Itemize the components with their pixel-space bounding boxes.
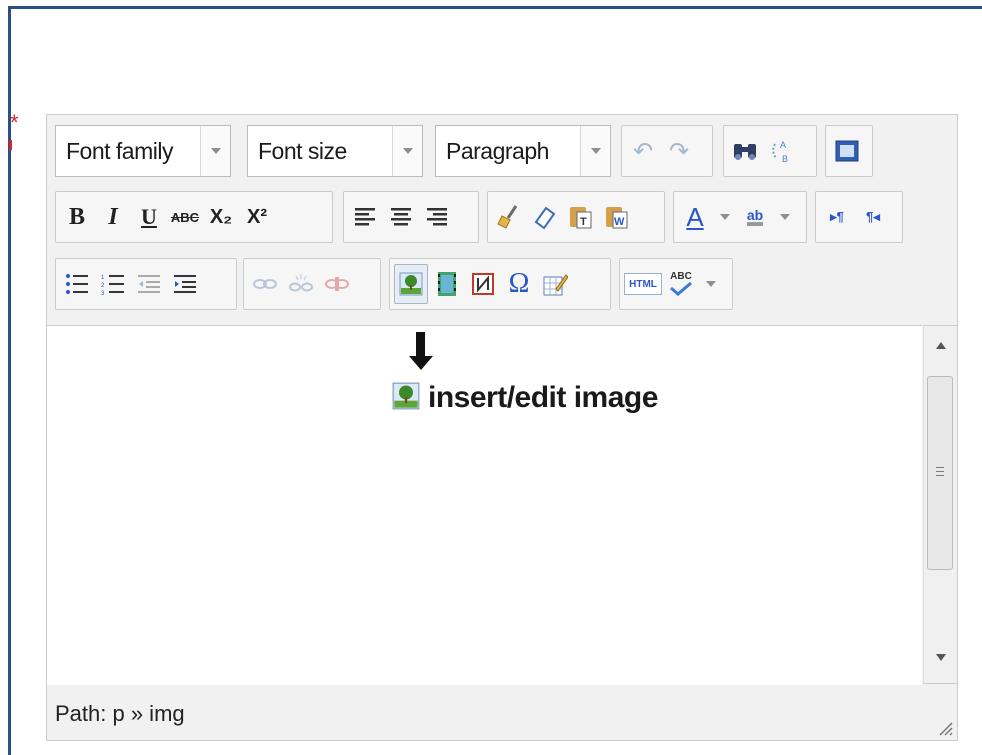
italic-button[interactable]: I (96, 197, 130, 237)
editor-status-bar: Path: p » img (47, 685, 957, 740)
font-size-select[interactable]: Font size (247, 125, 423, 177)
font-family-label: Font family (66, 137, 173, 164)
paste-text-icon[interactable]: T (564, 197, 598, 237)
text-style-group: B I U ABC X₂ X² (55, 191, 333, 243)
ltr-button[interactable]: ▸¶ (820, 197, 854, 237)
text-color-label: A (686, 202, 704, 232)
spellcheck-label: ABC (670, 271, 692, 282)
vertical-scrollbar[interactable] (923, 325, 957, 684)
scrollbar-thumb[interactable] (927, 376, 953, 570)
chevron-down-icon[interactable] (714, 197, 736, 237)
align-left-icon[interactable] (348, 197, 382, 237)
cleanup-broom-icon[interactable] (492, 197, 526, 237)
find-binoculars-icon[interactable] (728, 131, 762, 171)
format-label: Paragraph (446, 137, 549, 164)
outdent-icon[interactable] (132, 264, 166, 304)
html-source-button[interactable]: HTML (624, 273, 662, 295)
paste-word-icon[interactable]: W (600, 197, 634, 237)
required-asterisk: * (10, 110, 19, 135)
rtl-button[interactable]: ¶◂ (856, 197, 890, 237)
rich-text-editor: Font family Font size Paragraph ↶ ↷ AB B… (46, 114, 958, 741)
highlight-label: ab (746, 208, 764, 226)
svg-text:2: 2 (101, 283, 105, 289)
link-icon[interactable] (248, 264, 282, 304)
align-center-icon[interactable] (384, 197, 418, 237)
chevron-down-icon[interactable] (580, 126, 610, 176)
required-marker-line (9, 140, 12, 150)
highlight-color-button[interactable]: ab (738, 197, 772, 237)
svg-text:3: 3 (101, 291, 105, 295)
link-group (243, 258, 381, 310)
page-frame-top (10, 6, 982, 9)
search-replace-group: AB (723, 125, 817, 177)
direction-group: ▸¶ ¶◂ (815, 191, 903, 243)
undo-icon[interactable]: ↶ (626, 131, 660, 171)
clean-paste-group: T W (487, 191, 665, 243)
fullscreen-group (825, 125, 873, 177)
align-right-icon[interactable] (420, 197, 454, 237)
insert-group: Ω (389, 258, 611, 310)
insert-image-hint: insert/edit image (392, 381, 658, 415)
chevron-down-icon[interactable] (774, 197, 796, 237)
insert-image-hint-label: insert/edit image (428, 381, 658, 414)
spellcheck-button[interactable]: ABC (664, 264, 698, 304)
list-indent-group: 1 2 3 (55, 258, 237, 310)
numbered-list-icon[interactable]: 1 2 3 (96, 264, 130, 304)
replace-icon[interactable]: AB (764, 131, 798, 171)
svg-text:T: T (580, 216, 587, 228)
insert-image-icon[interactable] (394, 264, 428, 304)
svg-text:A: A (780, 140, 786, 150)
chevron-down-icon[interactable] (200, 126, 230, 176)
scroll-down-arrow-icon[interactable] (936, 654, 946, 661)
font-size-label: Font size (258, 137, 347, 164)
underline-button[interactable]: U (132, 197, 166, 237)
svg-text:B: B (782, 154, 788, 164)
down-arrow-head-icon (409, 356, 433, 370)
bold-button[interactable]: B (60, 197, 94, 237)
anchor-icon[interactable] (320, 264, 354, 304)
resize-handle-icon[interactable] (935, 718, 953, 736)
down-arrow-indicator (416, 332, 425, 358)
svg-text:W: W (614, 216, 625, 228)
alignment-group (343, 191, 479, 243)
bullet-list-icon[interactable] (60, 264, 94, 304)
redo-icon[interactable]: ↷ (662, 131, 696, 171)
editor-content-area[interactable]: insert/edit image (47, 325, 922, 686)
format-select[interactable]: Paragraph (435, 125, 611, 177)
page-break-icon[interactable] (466, 264, 500, 304)
fullscreen-icon[interactable] (830, 131, 864, 171)
color-group: A ab (673, 191, 807, 243)
insert-table-edit-icon[interactable] (538, 264, 572, 304)
scrollbar-grip-icon (936, 467, 944, 479)
scroll-up-arrow-icon[interactable] (936, 342, 946, 349)
strikethrough-button[interactable]: ABC (168, 197, 202, 237)
undo-redo-group: ↶ ↷ (621, 125, 713, 177)
element-path: Path: p » img (55, 701, 185, 726)
text-color-button[interactable]: A (678, 197, 712, 237)
chevron-down-icon[interactable] (700, 264, 722, 304)
subscript-button[interactable]: X₂ (204, 197, 238, 237)
svg-text:1: 1 (101, 275, 105, 281)
insert-image-hint-icon (392, 382, 420, 415)
special-character-button[interactable]: Ω (502, 264, 536, 304)
insert-media-icon[interactable] (430, 264, 464, 304)
source-spell-group: HTML ABC (619, 258, 733, 310)
font-family-select[interactable]: Font family (55, 125, 231, 177)
unlink-icon[interactable] (284, 264, 318, 304)
remove-format-eraser-icon[interactable] (528, 197, 562, 237)
superscript-button[interactable]: X² (240, 197, 274, 237)
indent-icon[interactable] (168, 264, 202, 304)
chevron-down-icon[interactable] (392, 126, 422, 176)
